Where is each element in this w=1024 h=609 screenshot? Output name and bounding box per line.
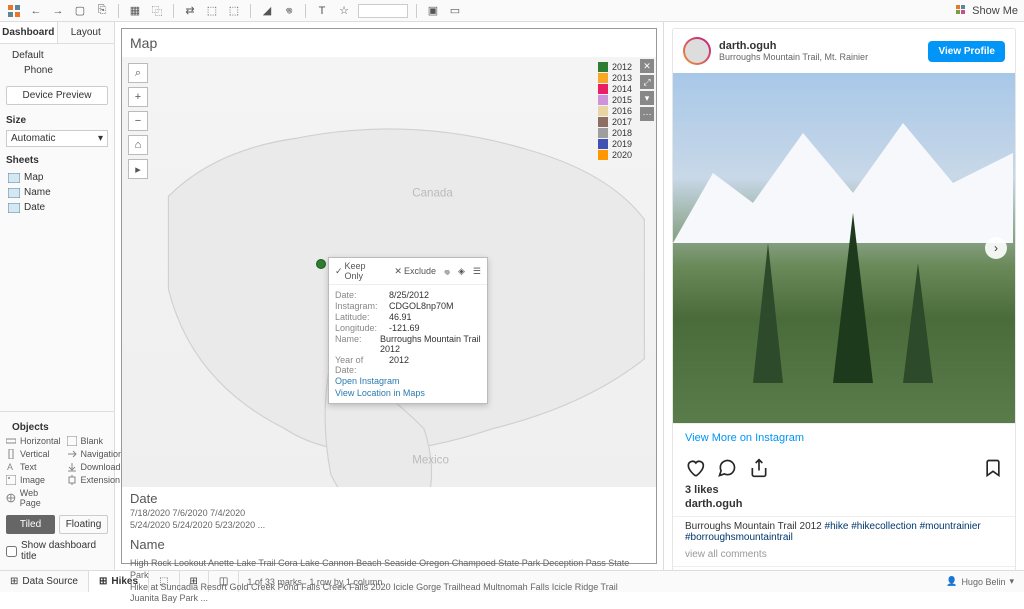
objects-panel: Objects Horizontal Blank Vertical Naviga… <box>0 411 114 570</box>
obj-horizontal[interactable]: Horizontal <box>6 435 61 447</box>
name-values[interactable]: High Rock Lookout Anette Lake Trail Cora… <box>122 558 656 609</box>
fit-icon[interactable]: ▣ <box>425 3 441 19</box>
sheet-name[interactable]: Name <box>0 185 114 200</box>
instagram-panel: darth.oguh Burroughs Mountain Trail, Mt.… <box>664 22 1024 570</box>
sheets-label: Sheets <box>0 149 114 168</box>
map-zoom-in-icon[interactable]: + <box>128 87 148 107</box>
legend-item-2015[interactable]: 2015 <box>598 94 632 105</box>
avatar[interactable] <box>683 37 711 65</box>
tooltip-set-icon[interactable]: ◈ <box>458 266 465 277</box>
sort-asc-icon[interactable]: ⬚ <box>204 3 220 19</box>
ig-location[interactable]: Burroughs Mountain Trail, Mt. Rainier <box>719 52 920 62</box>
new-data-icon[interactable]: ⎘ <box>94 3 110 19</box>
tab-layout[interactable]: Layout <box>58 22 115 43</box>
top-toolbar: ← → ▢ ⎘ ▦ ⿻ ⇄ ⬚ ⬚ ◢ 𖦹 T ☆ ▣ ▭ Show Me <box>0 0 1024 22</box>
sheet-date[interactable]: Date <box>0 200 114 215</box>
group-icon[interactable]: 𖦹 <box>281 3 297 19</box>
left-panel: Dashboard Layout Default Phone Device Pr… <box>0 22 115 570</box>
legend-item-2017[interactable]: 2017 <box>598 116 632 127</box>
mark-tooltip: ✓ Keep Only ✕ Exclude 𖦹 ◈ ☰ Date:8/25/20… <box>328 257 488 404</box>
tooltip-view-data-icon[interactable]: ☰ <box>473 266 481 277</box>
date-values[interactable]: 7/18/2020 7/6/2020 7/4/2020 5/24/2020 5/… <box>130 508 648 531</box>
obj-webpage[interactable]: Web Page <box>6 487 61 509</box>
device-phone[interactable]: Phone <box>6 63 108 78</box>
map-search-icon[interactable]: ⌕ <box>128 63 148 83</box>
comment-icon[interactable] <box>717 458 737 478</box>
pill-floating[interactable]: Floating <box>59 515 108 534</box>
tooltip-group-icon[interactable]: 𖦹 <box>444 265 450 278</box>
back-icon[interactable]: ← <box>28 3 44 19</box>
carousel-next-icon[interactable]: › <box>985 237 1007 259</box>
tooltip-link[interactable]: Open Instagram <box>335 375 481 387</box>
size-select[interactable]: Automatic▾ <box>6 130 108 147</box>
map-more-icon[interactable]: ⋯ <box>640 107 654 121</box>
user-menu[interactable]: 👤 Hugo Belin ▾ <box>936 576 1024 587</box>
legend-item-2018[interactable]: 2018 <box>598 127 632 138</box>
map-zoom-out-icon[interactable]: − <box>128 111 148 131</box>
map-marker[interactable] <box>316 259 326 269</box>
label-canada: Canada <box>412 186 453 199</box>
obj-image[interactable]: Image <box>6 474 61 486</box>
svg-text:A: A <box>7 462 13 472</box>
objects-label: Objects <box>6 416 108 435</box>
sheets-list: Map Name Date <box>0 168 114 217</box>
label-mexico: Mexico <box>412 453 449 466</box>
logo-icon[interactable] <box>6 3 22 19</box>
obj-vertical[interactable]: Vertical <box>6 448 61 460</box>
exclude-button[interactable]: ✕ Exclude <box>394 266 436 277</box>
view-more-link[interactable]: View More on Instagram <box>673 423 1015 452</box>
name-shelf-title: Name <box>130 537 648 552</box>
tab-dashboard[interactable]: Dashboard <box>0 22 58 43</box>
show-title-checkbox[interactable]: Show dashboard title <box>6 538 108 564</box>
pin-icon[interactable]: ☆ <box>336 3 352 19</box>
dashboard-canvas: Map Canada Mexico Colombia ⌕ + − ⌂ ▸ 2 <box>115 22 664 570</box>
forward-icon[interactable]: → <box>50 3 66 19</box>
new-sheet-icon[interactable]: ▦ <box>127 3 143 19</box>
ig-caption: Burroughs Mountain Trail 2012 #hike #hik… <box>673 516 1015 547</box>
show-me-button[interactable]: Show Me <box>956 5 1018 17</box>
keep-only-button[interactable]: ✓ Keep Only <box>335 261 386 281</box>
tab-data-source[interactable]: ⊞ Data Source <box>0 571 89 592</box>
legend-item-2012[interactable]: 2012 <box>598 61 632 72</box>
map-legend: 201220132014201520162017201820192020 <box>598 61 632 160</box>
share-icon[interactable] <box>749 458 769 478</box>
obj-text[interactable]: AText <box>6 461 61 473</box>
bookmark-icon[interactable] <box>983 458 1003 478</box>
present-icon[interactable]: ▭ <box>447 3 463 19</box>
date-shelf-title: Date <box>130 491 648 506</box>
panel-tabs: Dashboard Layout <box>0 22 114 44</box>
legend-item-2016[interactable]: 2016 <box>598 105 632 116</box>
view-comments-link[interactable]: view all comments <box>673 547 1015 566</box>
ig-username[interactable]: darth.oguh <box>719 40 920 52</box>
legend-item-2020[interactable]: 2020 <box>598 149 632 160</box>
map-home-icon[interactable]: ⌂ <box>128 135 148 155</box>
size-label: Size <box>0 109 114 128</box>
view-profile-button[interactable]: View Profile <box>928 41 1005 62</box>
pill-tiled[interactable]: Tiled <box>6 515 55 534</box>
save-icon[interactable]: ▢ <box>72 3 88 19</box>
ig-image[interactable]: › <box>673 73 1015 423</box>
swap-icon[interactable]: ⇄ <box>182 3 198 19</box>
find-input[interactable] <box>358 4 408 18</box>
legend-item-2019[interactable]: 2019 <box>598 138 632 149</box>
like-icon[interactable] <box>685 458 705 478</box>
highlight-icon[interactable]: ◢ <box>259 3 275 19</box>
map-filter-icon[interactable]: ▾ <box>640 91 654 105</box>
map-title: Map <box>122 29 656 57</box>
sort-desc-icon[interactable]: ⬚ <box>226 3 242 19</box>
map-close-icon[interactable]: ✕ <box>640 59 654 73</box>
ig-likes[interactable]: 3 likes <box>673 484 1015 498</box>
map-area[interactable]: Canada Mexico Colombia ⌕ + − ⌂ ▸ 2012201… <box>122 57 656 487</box>
sheet-map[interactable]: Map <box>0 170 114 185</box>
dup-icon[interactable]: ⿻ <box>149 3 165 19</box>
label-icon[interactable]: T <box>314 3 330 19</box>
device-default[interactable]: Default <box>6 48 108 63</box>
ig-caption-user[interactable]: darth.oguh <box>673 498 1015 516</box>
map-pan-icon[interactable]: ▸ <box>128 159 148 179</box>
device-preview-button[interactable]: Device Preview <box>6 86 108 105</box>
legend-item-2014[interactable]: 2014 <box>598 83 632 94</box>
tooltip-link[interactable]: View Location in Maps <box>335 387 481 399</box>
legend-item-2013[interactable]: 2013 <box>598 72 632 83</box>
map-maximise-icon[interactable]: ⤢ <box>640 75 654 89</box>
